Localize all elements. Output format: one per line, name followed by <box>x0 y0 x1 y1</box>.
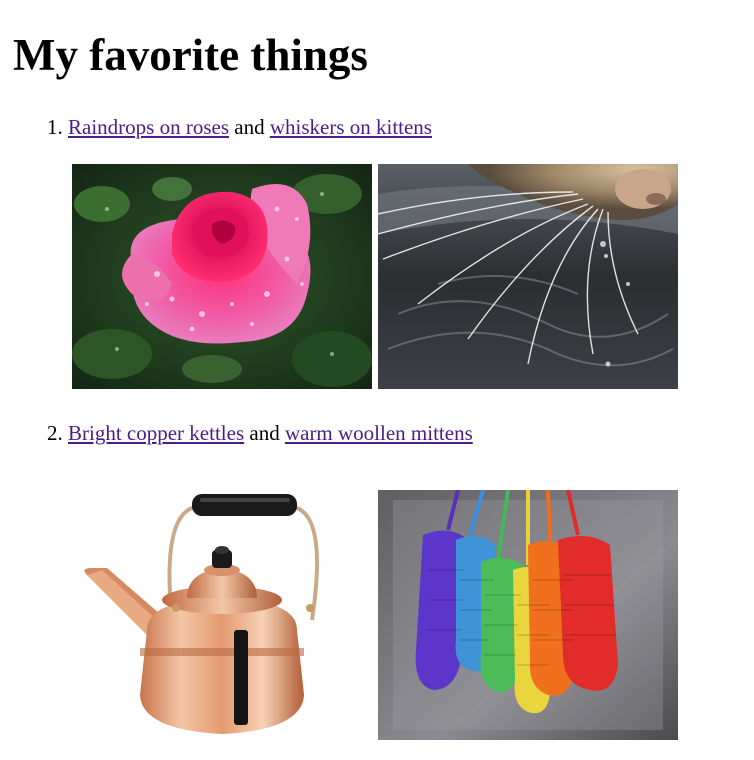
knitted-mittens-photo <box>378 490 678 740</box>
link-warm-woollen-mittens[interactable]: warm woollen mittens <box>285 421 473 445</box>
link-raindrops-on-roses[interactable]: Raindrops on roses <box>68 115 229 139</box>
joiner-1: and <box>229 115 270 139</box>
rose-photo <box>72 164 372 389</box>
copper-kettle-photo <box>72 490 372 740</box>
page: My favorite things 1. Raindrops on roses… <box>0 0 754 760</box>
cat-whiskers-photo <box>378 164 678 389</box>
link-whiskers-on-kittens[interactable]: whiskers on kittens <box>270 115 432 139</box>
list-item-2: 2. Bright copper kettles and warm woolle… <box>47 420 473 446</box>
page-title: My favorite things <box>13 30 368 80</box>
joiner-2: and <box>244 421 285 445</box>
link-bright-copper-kettles[interactable]: Bright copper kettles <box>68 421 244 445</box>
list-item-1: 1. Raindrops on roses and whiskers on ki… <box>47 114 432 140</box>
list-number-2: 2. <box>47 421 63 445</box>
list-number-1: 1. <box>47 115 63 139</box>
